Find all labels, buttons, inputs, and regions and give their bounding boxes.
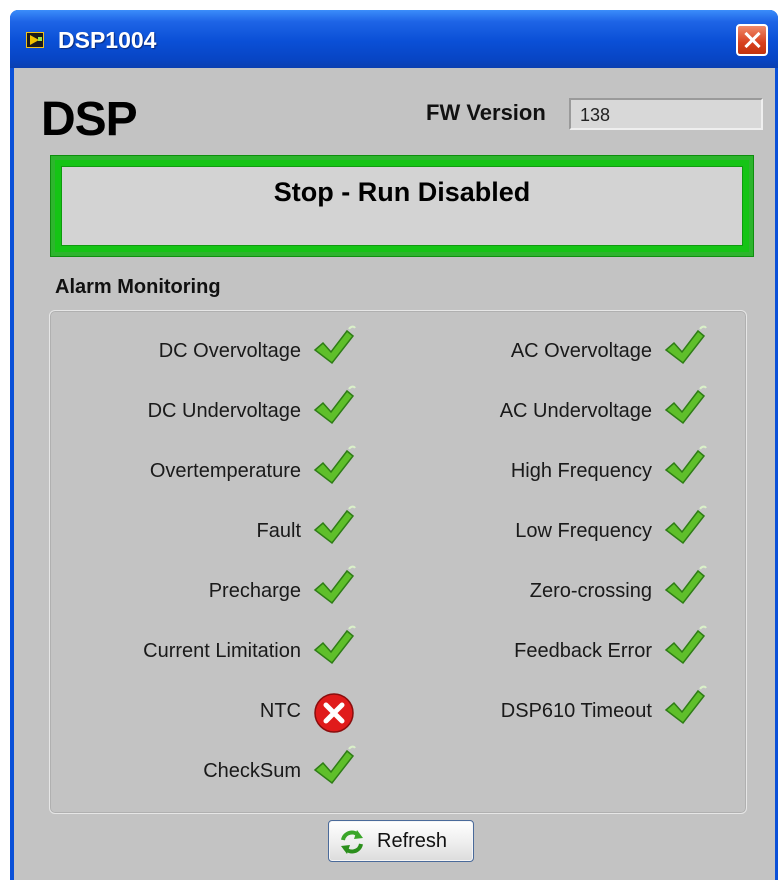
- alarm-label: Precharge: [208, 580, 301, 602]
- alarm-label: DSP610 Timeout: [500, 700, 652, 722]
- title-bar[interactable]: DSP1004: [10, 10, 778, 68]
- alarm-item: Current Limitation: [37, 625, 357, 678]
- alarm-item: Feedback Error: [388, 625, 708, 678]
- alarm-label: DC Overvoltage: [158, 340, 301, 362]
- alarm-item: DSP610 Timeout: [388, 685, 708, 738]
- checkmark-icon: [662, 622, 708, 668]
- refresh-icon: [341, 830, 363, 854]
- fw-version-field: 138: [569, 98, 763, 130]
- checkmark-icon: [311, 742, 357, 788]
- checkmark-icon: [662, 502, 708, 548]
- alarm-item: Zero-crossing: [388, 565, 708, 618]
- alarm-item: Fault: [37, 505, 357, 558]
- alarm-item: DC Undervoltage: [37, 385, 357, 438]
- client-area: DSP FW Version 138 Stop - Run Disabled A…: [14, 68, 775, 880]
- app-icon: [26, 32, 44, 48]
- checkmark-icon: [311, 322, 357, 368]
- alarm-label: Zero-crossing: [529, 580, 652, 602]
- close-button[interactable]: [736, 24, 768, 56]
- alarm-label: NTC: [259, 700, 301, 722]
- alarm-item: DC Overvoltage: [37, 325, 357, 378]
- alarm-label: Low Frequency: [515, 520, 652, 542]
- checkmark-icon: [311, 622, 357, 668]
- refresh-label: Refresh: [377, 830, 448, 852]
- alarm-item: AC Undervoltage: [388, 385, 708, 438]
- alarm-label: Fault: [256, 520, 301, 542]
- dsp1004-window: DSP1004 DSP FW Version 138 Stop - Run Di…: [10, 10, 778, 880]
- alarm-label: CheckSum: [203, 760, 301, 782]
- alarm-item: Overtemperature: [37, 445, 357, 498]
- alarm-label: Overtemperature: [149, 460, 301, 482]
- checkmark-icon: [311, 502, 357, 548]
- alarm-label: High Frequency: [510, 460, 652, 482]
- alarm-item: NTC: [37, 688, 357, 738]
- alarm-item: High Frequency: [388, 445, 708, 498]
- status-text: Stop - Run Disabled: [273, 177, 531, 207]
- window-title: DSP1004: [58, 27, 157, 53]
- alarm-label: AC Undervoltage: [499, 400, 652, 422]
- alarm-label: Feedback Error: [514, 640, 652, 662]
- status-indicator: Stop - Run Disabled: [51, 156, 753, 256]
- alarm-monitoring-panel: [49, 310, 747, 814]
- checkmark-icon: [311, 562, 357, 608]
- alarm-item: Low Frequency: [388, 505, 708, 558]
- alarm-item: Precharge: [37, 565, 357, 618]
- checkmark-icon: [662, 322, 708, 368]
- alarm-label: AC Overvoltage: [510, 340, 652, 362]
- error-x-icon: [311, 690, 357, 736]
- checkmark-icon: [662, 382, 708, 428]
- fw-version-label: FW Version: [426, 100, 546, 125]
- alarm-label: DC Undervoltage: [147, 400, 301, 422]
- alarm-label: Current Limitation: [143, 640, 301, 662]
- alarm-monitoring-heading: Alarm Monitoring: [55, 276, 221, 298]
- checkmark-icon: [311, 442, 357, 488]
- checkmark-icon: [662, 442, 708, 488]
- page-title: DSP: [41, 93, 138, 146]
- checkmark-icon: [311, 382, 357, 428]
- checkmark-icon: [662, 682, 708, 728]
- alarm-item: CheckSum: [37, 745, 357, 798]
- status-indicator-inner: Stop - Run Disabled: [61, 166, 743, 246]
- checkmark-icon: [662, 562, 708, 608]
- refresh-button[interactable]: Refresh: [328, 820, 474, 862]
- alarm-item: AC Overvoltage: [388, 325, 708, 378]
